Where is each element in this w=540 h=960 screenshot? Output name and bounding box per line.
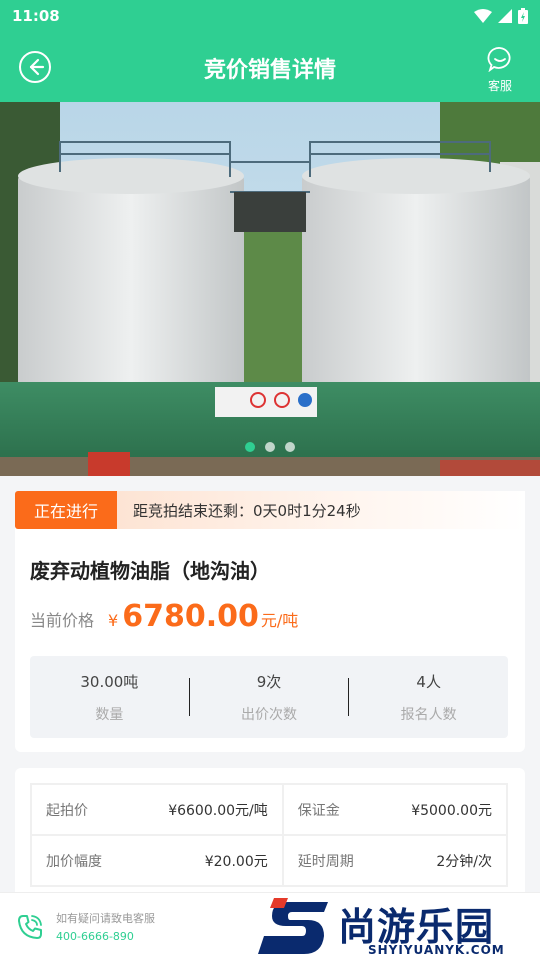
watermark-logo: 尚游乐园 SHYIYUANYK.COM <box>258 896 540 960</box>
detail-label: 保证金 <box>297 802 340 819</box>
stat-quantity: 30.00吨 数量 <box>30 671 189 724</box>
table-row: 起拍价 ¥6600.00元/吨 保证金 ¥5000.00元 <box>30 783 509 836</box>
page-title: 竞价销售详情 <box>203 58 336 83</box>
table-cell: 加价幅度 ¥20.00元 <box>30 834 284 887</box>
auction-stats: 30.00吨 数量 9次 出价次数 4人 报名人数 <box>30 656 508 738</box>
auction-status-row: 正在进行 距竞拍结束还剩：0天0时1分24秒 <box>15 491 525 529</box>
status-time: 11:08 <box>12 7 60 25</box>
chat-bubble-icon <box>487 47 511 73</box>
stat-registrants: 4人 报名人数 <box>349 671 508 724</box>
banner-carousel[interactable] <box>0 102 540 476</box>
stat-value: 4人 <box>416 672 441 691</box>
carousel-indicators <box>0 442 540 452</box>
customer-service-label: 客服 <box>487 79 512 93</box>
price-label: 当前价格 <box>30 611 95 630</box>
call-button[interactable] <box>16 913 44 945</box>
carousel-dot[interactable] <box>265 442 275 452</box>
detail-value: ¥5000.00元 <box>411 802 492 819</box>
customer-service-button[interactable]: 客服 <box>474 46 526 94</box>
price-currency: ¥ <box>108 611 119 630</box>
countdown-text: 距竞拍结束还剩：0天0时1分24秒 <box>117 491 525 529</box>
stat-value: 30.00吨 <box>80 672 139 691</box>
price-unit: 元/吨 <box>260 611 299 630</box>
detail-value: ¥6600.00元/吨 <box>168 802 268 819</box>
table-cell: 延时周期 2分钟/次 <box>281 834 509 887</box>
detail-label: 加价幅度 <box>46 853 102 870</box>
table-row: 加价幅度 ¥20.00元 延时周期 2分钟/次 <box>30 834 509 887</box>
stat-label: 数量 <box>95 706 124 723</box>
stat-label: 出价次数 <box>241 706 297 723</box>
product-name: 废弃动植物油脂（地沟油） <box>30 559 270 583</box>
auction-details-table: 起拍价 ¥6600.00元/吨 保证金 ¥5000.00元 加价幅度 ¥20.0… <box>30 783 509 887</box>
battery-icon <box>518 8 528 24</box>
price-value: 6780.00 <box>122 599 259 634</box>
detail-value: ¥20.00元 <box>204 853 268 870</box>
status-bar: 11:08 <box>0 0 540 32</box>
detail-value: 2分钟/次 <box>436 853 492 870</box>
stat-value: 9次 <box>256 672 282 691</box>
stat-bid-count: 9次 出价次数 <box>190 671 349 724</box>
storage-tanks-photo <box>0 102 540 476</box>
detail-label: 延时周期 <box>297 853 354 870</box>
wifi-icon <box>474 9 492 23</box>
table-cell: 保证金 ¥5000.00元 <box>281 783 509 836</box>
app-bar: 竞价销售详情 客服 <box>0 32 540 102</box>
stat-label: 报名人数 <box>400 706 457 723</box>
signal-icon <box>498 9 512 23</box>
auction-summary-card: 正在进行 距竞拍结束还剩：0天0时1分24秒 废弃动植物油脂（地沟油） 当前价格… <box>15 491 525 752</box>
phone-icon <box>18 915 42 939</box>
table-cell: 起拍价 ¥6600.00元/吨 <box>30 783 284 836</box>
watermark-url: SHYIYUANYK.COM <box>368 943 505 957</box>
auction-status-badge: 正在进行 <box>15 491 117 529</box>
status-icons <box>474 8 528 24</box>
phone-number[interactable]: 400-6666-890 <box>56 930 134 943</box>
carousel-dot[interactable] <box>245 442 255 452</box>
current-price-row: 当前价格 ¥ 6780.00 元/吨 <box>30 599 298 634</box>
carousel-dot[interactable] <box>285 442 295 452</box>
logo-s-mark <box>258 898 328 954</box>
detail-label: 起拍价 <box>46 802 88 819</box>
help-text: 如有疑问请致电客服 <box>56 912 155 925</box>
